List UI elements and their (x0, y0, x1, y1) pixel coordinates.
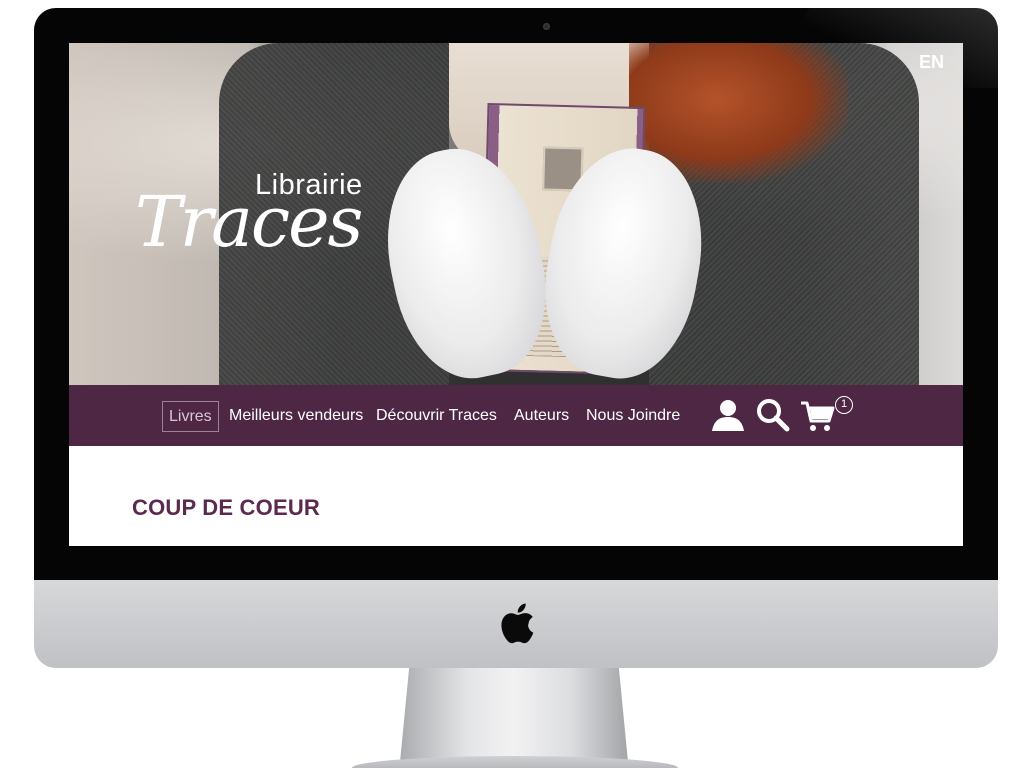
apple-logo-icon (501, 603, 534, 644)
nav-item-meilleurs-vendeurs[interactable]: Meilleurs vendeurs (223, 401, 369, 432)
logo-traces: Traces (135, 181, 363, 263)
hero-banner: Librairie Traces EN (69, 43, 963, 385)
site-logo[interactable]: Librairie Traces (133, 161, 373, 271)
nav-item-livres[interactable]: Livres (162, 401, 219, 432)
user-icon[interactable] (710, 397, 746, 433)
main-nav: Livres Meilleurs vendeurs Découvrir Trac… (69, 385, 963, 446)
section-title-coup-de-coeur: COUP DE COEUR (132, 495, 320, 520)
language-toggle[interactable]: EN (919, 52, 944, 73)
camera (543, 23, 550, 30)
nav-item-nous-joindre[interactable]: Nous Joindre (580, 401, 686, 432)
imac-stand (400, 668, 628, 762)
nav-item-decouvrir-traces[interactable]: Découvrir Traces (370, 401, 503, 432)
browser-screen: Librairie Traces EN Livres Meilleurs ven… (69, 43, 963, 546)
cart-icon[interactable] (800, 399, 836, 433)
search-icon[interactable] (755, 397, 791, 433)
nav-item-auteurs[interactable]: Auteurs (508, 401, 575, 432)
cart-count-badge: 1 (835, 396, 853, 414)
